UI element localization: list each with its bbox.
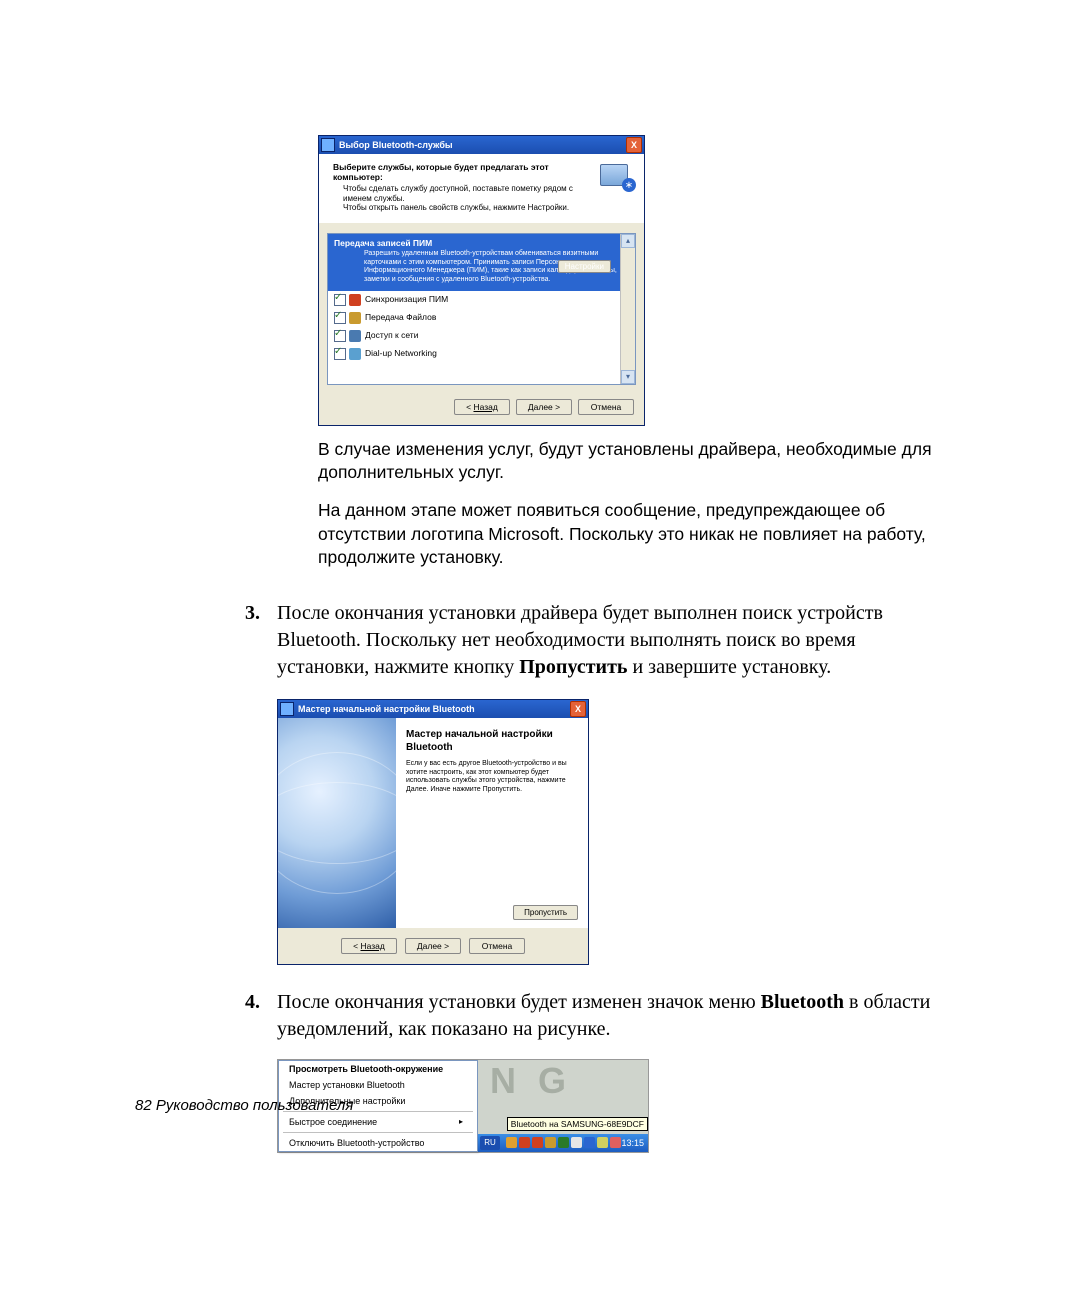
wizard-description: Если у вас есть другое Bluetooth-устройс… [406,760,578,795]
checkbox-icon[interactable] [334,348,346,360]
desktop-background: N G Bluetooth на SAMSUNG-68E9DCF RU 13:1… [478,1060,648,1152]
checkbox-icon[interactable] [334,330,346,342]
menu-item-browse[interactable]: Просмотреть Bluetooth-окружение [279,1061,477,1077]
separator [283,1132,473,1133]
menu-item-wizard[interactable]: Мастер установки Bluetooth [279,1077,477,1093]
step-text: После окончания установки драйвера будет… [277,600,945,681]
service-item[interactable]: Доступ к сети [328,327,635,345]
service-item[interactable]: Передача Файлов [328,309,635,327]
paragraph: В случае изменения услуг, будут установл… [318,438,938,485]
next-button[interactable]: Далее > [405,938,461,954]
pim-sync-icon [349,294,361,306]
scroll-down-icon[interactable]: ▾ [621,370,635,384]
titlebar[interactable]: Выбор Bluetooth-службы X [319,136,644,154]
service-title: Передача записей ПИМ [334,238,629,248]
menu-item-quick-connect[interactable]: Быстрое соединение▸ [279,1114,477,1130]
cancel-button[interactable]: Отмена [578,399,634,415]
back-button[interactable]: < Назад [341,938,397,954]
service-item[interactable]: Синхронизация ПИМ [328,291,635,309]
tray-icon[interactable] [584,1137,595,1148]
tray-icon[interactable] [532,1137,543,1148]
page-footer: 82 Руководство пользователя [135,1097,353,1114]
settings-button[interactable]: Настройки [558,260,611,273]
network-access-icon [349,330,361,342]
dialog-header-sub2: Чтобы открыть панель свойств службы, наж… [333,203,594,213]
wallpaper-text: N G [490,1060,572,1102]
bluetooth-tooltip: Bluetooth на SAMSUNG-68E9DCF [507,1117,648,1131]
wizard-title: Мастер начальной настройки Bluetooth [406,728,578,754]
close-icon[interactable]: X [626,137,642,153]
back-button[interactable]: < Назад [454,399,510,415]
service-label: Доступ к сети [365,330,418,340]
step-3: 3. После окончания установки драйвера бу… [245,600,945,681]
clock: 13:15 [621,1138,644,1148]
scroll-up-icon[interactable]: ▴ [621,234,635,248]
checkbox-icon[interactable] [334,294,346,306]
paragraph: На данном этапе может появиться сообщени… [318,499,938,570]
dialup-icon [349,348,361,360]
dialog-header: Выберите службы, которые будет предлагат… [319,154,644,223]
service-item[interactable]: Dial-up Networking [328,345,635,363]
button-bar: < Назад Далее > Отмена [319,385,644,425]
next-button[interactable]: Далее > [516,399,572,415]
step-4: 4. После окончания установки будет измен… [245,989,945,1043]
chevron-right-icon: ▸ [459,1117,463,1126]
service-label: Синхронизация ПИМ [365,294,448,304]
wizard-globe-icon [278,718,396,928]
bluetooth-setup-wizard-dialog: Мастер начальной настройки Bluetooth X М… [277,699,589,965]
services-list: Передача записей ПИМ Разрешить удаленным… [327,233,636,385]
tray-icon[interactable] [558,1137,569,1148]
scrollbar[interactable]: ▴ ▾ [620,234,635,384]
titlebar[interactable]: Мастер начальной настройки Bluetooth X [278,700,588,718]
language-indicator[interactable]: RU [480,1136,500,1150]
computer-bluetooth-icon: ∗ [600,162,634,190]
tray-icon[interactable] [571,1137,582,1148]
titlebar-text: Выбор Bluetooth-службы [339,140,626,150]
titlebar-text: Мастер начальной настройки Bluetooth [298,704,570,714]
tray-icons [506,1137,621,1148]
bluetooth-services-dialog: Выбор Bluetooth-службы X Выберите службы… [318,135,645,426]
close-icon[interactable]: X [570,701,586,717]
bluetooth-app-icon [280,702,294,716]
step-number: 3. [245,600,277,681]
menu-item-disable[interactable]: Отключить Bluetooth-устройство [279,1135,477,1151]
step-text: После окончания установки будет изменен … [277,989,945,1043]
skip-button[interactable]: Пропустить [513,905,578,920]
file-transfer-icon [349,312,361,324]
taskbar[interactable]: RU 13:15 [478,1134,648,1152]
button-bar: < Назад Далее > Отмена [278,928,588,964]
tray-icon[interactable] [610,1137,621,1148]
bluetooth-app-icon [321,138,335,152]
tray-icon[interactable] [597,1137,608,1148]
step-number: 4. [245,989,277,1043]
checkbox-icon[interactable] [334,312,346,324]
service-label: Dial-up Networking [365,348,437,358]
service-item-selected[interactable]: Передача записей ПИМ Разрешить удаленным… [328,234,635,291]
service-label: Передача Файлов [365,312,436,322]
dialog-header-title: Выберите службы, которые будет предлагат… [333,162,594,182]
tray-icon[interactable] [545,1137,556,1148]
tray-icon[interactable] [506,1137,517,1148]
tray-icon[interactable] [519,1137,530,1148]
cancel-button[interactable]: Отмена [469,938,525,954]
dialog-header-sub1: Чтобы сделать службу доступной, поставьт… [333,184,594,203]
